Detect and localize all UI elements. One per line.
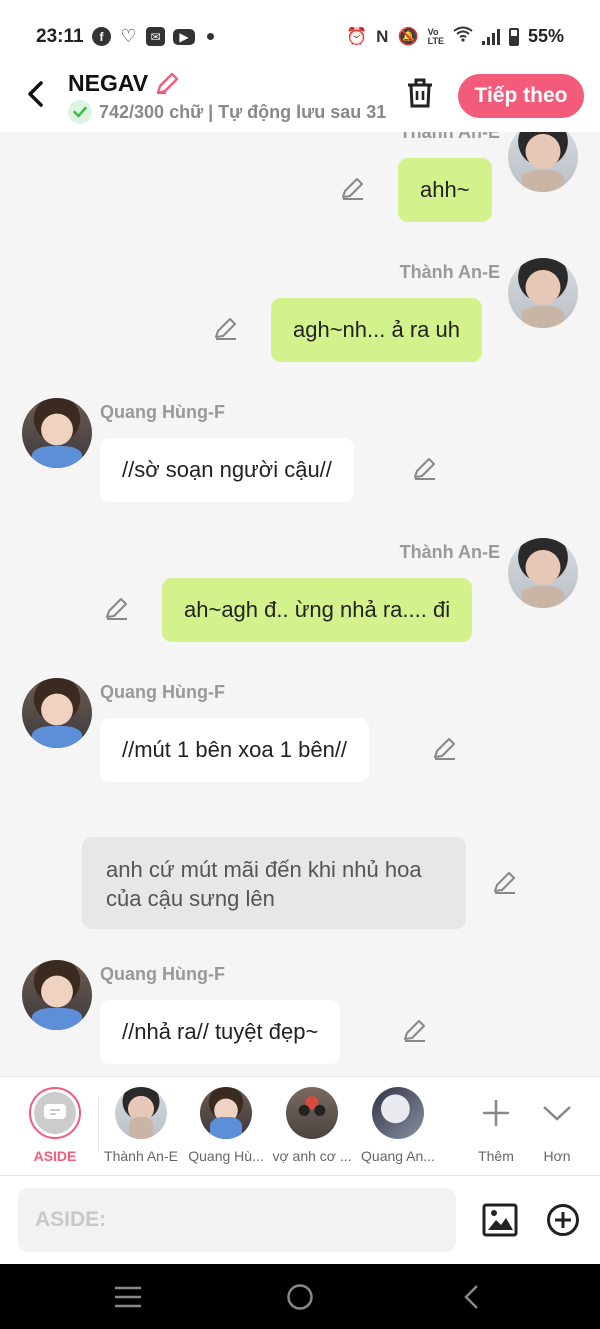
aside-avatar — [29, 1087, 81, 1139]
character-aside[interactable]: ASIDE — [11, 1087, 99, 1164]
speaker-name: Quang Hùng-F — [100, 682, 225, 702]
add-button[interactable] — [546, 1203, 580, 1237]
speaker-name: Quang Hùng-F — [100, 402, 225, 422]
story-title: NEGAV — [68, 70, 149, 96]
message-bubble[interactable]: //sờ soạn người cậu// — [100, 438, 354, 502]
avatar[interactable] — [508, 132, 578, 192]
character-quang-an[interactable]: Quang An... — [354, 1087, 442, 1164]
edit-icon[interactable] — [104, 596, 130, 622]
edit-icon[interactable] — [412, 456, 438, 482]
expand-label: Hơn — [543, 1148, 571, 1164]
mute-icon: 🔕 — [397, 26, 419, 46]
facebook-icon: f — [92, 27, 111, 46]
avatar[interactable] — [508, 258, 578, 328]
pencil-icon[interactable] — [154, 71, 180, 97]
character-label: Thành An-E — [104, 1148, 178, 1164]
avatar[interactable] — [22, 678, 92, 748]
chevron-left-icon — [28, 81, 43, 107]
menu-icon — [115, 1286, 141, 1308]
avatar — [286, 1087, 338, 1139]
expand-button[interactable]: Hơn — [527, 1087, 587, 1164]
chevron-down-icon — [527, 1087, 587, 1139]
input-bar — [0, 1176, 600, 1264]
back-button[interactable] — [18, 74, 52, 114]
plus-icon — [466, 1087, 526, 1139]
check-icon — [68, 100, 92, 124]
wifi-icon — [453, 26, 473, 47]
edit-icon[interactable] — [492, 870, 518, 896]
recent-apps-button[interactable] — [112, 1282, 144, 1312]
speaker-name: Thành An-E — [399, 542, 500, 562]
avatar[interactable] — [22, 398, 92, 468]
home-circle-icon — [287, 1284, 313, 1310]
speaker-name: Quang Hùng-F — [100, 964, 225, 984]
avatar[interactable] — [508, 538, 578, 608]
avatar — [115, 1087, 167, 1139]
notification-icons: f ♡ ✉ ▶ — [92, 26, 214, 46]
save-status: 742/300 chữ | Tự động lưu sau 31 — [68, 100, 386, 124]
edit-icon[interactable] — [213, 316, 239, 342]
plus-circle-icon — [547, 1204, 579, 1236]
heart-icon: ♡ — [120, 26, 137, 46]
mail-icon: ✉ — [146, 27, 165, 46]
volte-icon: Vo LTE — [427, 26, 444, 46]
back-arrow-icon — [464, 1285, 478, 1309]
more-notifications-icon — [207, 33, 214, 40]
insert-image-button[interactable] — [482, 1203, 518, 1237]
delete-button[interactable] — [404, 76, 436, 110]
nfc-icon: N — [376, 26, 389, 46]
home-button[interactable] — [284, 1282, 316, 1312]
avatar[interactable] — [22, 960, 92, 1030]
message-bubble[interactable]: ah~agh đ.. ừng nhả ra.... đi — [162, 578, 473, 642]
alarm-icon: ⏰ — [346, 26, 368, 46]
signal-icon — [481, 28, 500, 45]
title-row[interactable]: NEGAV — [68, 70, 180, 97]
add-character-button[interactable]: Thêm — [466, 1087, 526, 1164]
character-selector: ASIDE Thành An-E Quang Hù... vợ anh cơ .… — [0, 1076, 600, 1176]
character-label: Quang An... — [361, 1148, 435, 1164]
edit-icon[interactable] — [340, 176, 366, 202]
speaker-name: Thành An-E — [399, 132, 500, 142]
next-button[interactable]: Tiếp theo — [458, 74, 584, 118]
edit-icon[interactable] — [432, 736, 458, 762]
character-thanh-an[interactable]: Thành An-E — [97, 1087, 185, 1164]
aside-input[interactable] — [18, 1188, 456, 1252]
chat-area[interactable]: Thành An-E ahh~ Thành An-E agh~nh... ả r… — [0, 132, 600, 1076]
avatar — [200, 1087, 252, 1139]
system-icons: ⏰ N 🔕 Vo LTE 55% — [346, 26, 564, 47]
message-bubble[interactable]: //mút 1 bên xoa 1 bên// — [100, 718, 370, 782]
narration-bubble[interactable]: anh cứ mút mãi đến khi nhủ hoa của cậu s… — [82, 837, 466, 929]
system-nav-bar — [0, 1264, 600, 1329]
character-quang-hung[interactable]: Quang Hù... — [182, 1087, 270, 1164]
message-bubble[interactable]: //nhả ra// tuyệt đẹp~ — [100, 1000, 341, 1064]
battery-percent: 55% — [527, 26, 564, 46]
speaker-name: Thành An-E — [399, 262, 500, 282]
edit-icon[interactable] — [402, 1018, 428, 1044]
avatar — [372, 1087, 424, 1139]
status-time: 23:11 — [36, 26, 84, 47]
system-back-button[interactable] — [456, 1282, 488, 1312]
add-label: Thêm — [478, 1148, 514, 1164]
battery-icon — [508, 27, 519, 46]
youtube-icon: ▶ — [173, 28, 195, 45]
word-count-autosave: 742/300 chữ | Tự động lưu sau 31 — [99, 101, 387, 122]
trash-icon — [408, 78, 432, 108]
message-bubble[interactable]: agh~nh... ả ra uh — [271, 298, 482, 362]
character-label: Quang Hù... — [188, 1148, 264, 1164]
story-header: NEGAV 742/300 chữ | Tự động lưu sau 31 T… — [0, 60, 600, 132]
image-icon — [482, 1203, 518, 1237]
character-vo-anh-co[interactable]: vợ anh cơ ... — [268, 1087, 356, 1164]
character-label: vợ anh cơ ... — [272, 1148, 352, 1164]
chat-bubble-icon — [34, 1092, 76, 1134]
character-label: ASIDE — [33, 1148, 77, 1164]
message-bubble[interactable]: ahh~ — [398, 158, 492, 222]
